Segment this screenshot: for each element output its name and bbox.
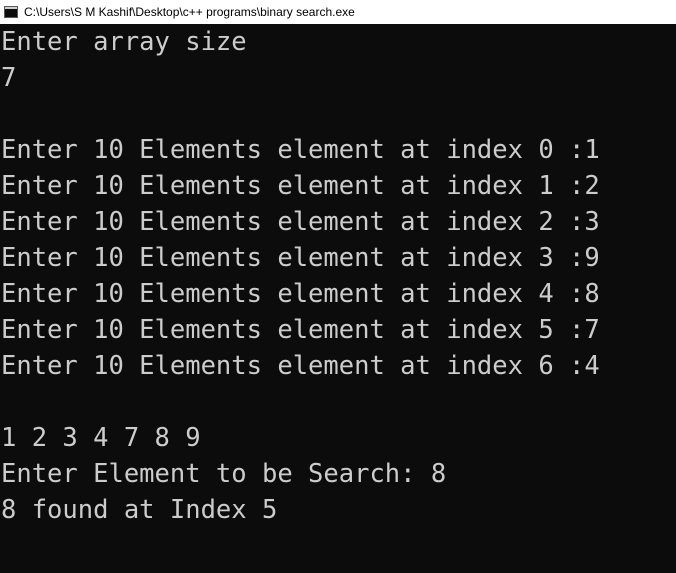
console-output[interactable]: Enter array size 7 Enter 10 Elements ele… bbox=[1, 24, 673, 528]
console-line: Enter 10 Elements element at index 2 :3 bbox=[1, 207, 600, 237]
console-line: Enter 10 Elements element at index 5 :7 bbox=[1, 315, 600, 345]
console-line: Enter array size bbox=[1, 27, 247, 57]
console-line: Enter 10 Elements element at index 6 :4 bbox=[1, 351, 600, 381]
console-window: C:\Users\S M Kashif\Desktop\c++ programs… bbox=[0, 0, 676, 573]
console-line: Enter Element to be Search: 8 bbox=[1, 459, 447, 489]
console-line: 7 bbox=[1, 63, 17, 93]
console-line: 8 found at Index 5 bbox=[1, 495, 278, 525]
console-line: Enter 10 Elements element at index 0 :1 bbox=[1, 135, 600, 165]
console-line: Enter 10 Elements element at index 4 :8 bbox=[1, 279, 600, 309]
window-title: C:\Users\S M Kashif\Desktop\c++ programs… bbox=[24, 5, 355, 19]
console-line: Enter 10 Elements element at index 3 :9 bbox=[1, 243, 600, 273]
title-bar[interactable]: C:\Users\S M Kashif\Desktop\c++ programs… bbox=[0, 0, 676, 24]
console-app-icon[interactable] bbox=[4, 6, 18, 18]
console-line: 1 2 3 4 7 8 9 bbox=[1, 423, 201, 453]
console-line: Enter 10 Elements element at index 1 :2 bbox=[1, 171, 600, 201]
